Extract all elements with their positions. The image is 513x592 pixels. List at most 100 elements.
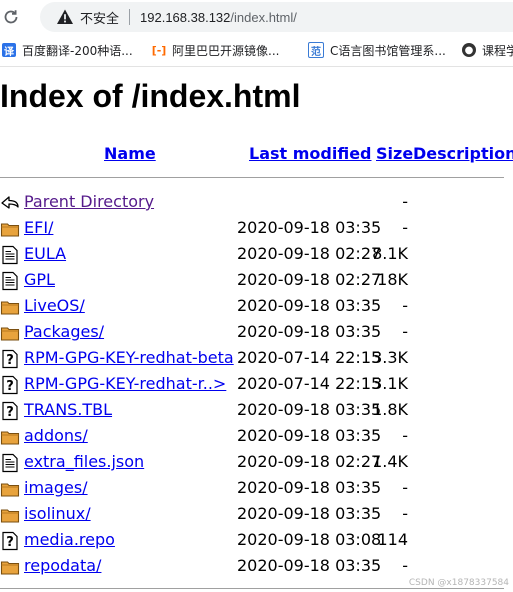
parent-directory-link[interactable]: Parent Directory	[24, 192, 154, 211]
bookmark-label: 阿里巴巴开源镜像...	[172, 43, 280, 58]
file-size: 1.8K	[372, 400, 408, 419]
parent-directory-row: Parent Directory -	[0, 190, 513, 216]
file-date: 2020-09-18 03:08	[237, 530, 382, 549]
text-file-icon	[2, 453, 18, 473]
bookmark-label: 课程学	[482, 43, 513, 58]
file-date: 2020-09-18 02:27	[237, 452, 382, 471]
url-divider	[129, 9, 131, 25]
footer-divider	[0, 588, 504, 589]
bookmark-c-library[interactable]: 范 C语言图书馆管理系...	[308, 34, 446, 66]
file-date: 2020-09-18 02:27	[237, 270, 382, 289]
column-header-row: Name Last modified Size Description	[0, 144, 513, 166]
file-size: -	[402, 504, 408, 523]
file-date: 2020-09-18 03:35	[237, 296, 382, 315]
unknown-file-icon: ?	[2, 375, 18, 395]
file-link[interactable]: addons/	[24, 426, 88, 445]
file-row: GPL 2020-09-18 02:27 18K	[0, 268, 513, 294]
file-link[interactable]: LiveOS/	[24, 296, 85, 315]
url-path: /index.html/	[230, 9, 297, 25]
watermark: CSDN @x1878337584	[408, 578, 509, 588]
folder-icon	[0, 561, 20, 575]
text-file-icon	[2, 245, 18, 265]
file-row: LiveOS/ 2020-09-18 03:35 -	[0, 294, 513, 320]
file-size: -	[402, 296, 408, 315]
reload-icon	[4, 10, 18, 24]
file-size: -	[402, 426, 408, 445]
file-date: 2020-09-18 03:35	[237, 426, 382, 445]
file-date: 2020-07-14 22:15	[237, 374, 382, 393]
sort-by-modified-link[interactable]: Last modified	[249, 144, 372, 163]
file-date: 2020-09-18 02:27	[237, 244, 382, 263]
file-link[interactable]: media.repo	[24, 530, 115, 549]
file-row: EFI/ 2020-09-18 03:35 -	[0, 216, 513, 242]
sort-by-name-link[interactable]: Name	[104, 144, 156, 163]
reload-button[interactable]	[0, 6, 22, 28]
file-date: 2020-07-14 22:15	[237, 348, 382, 367]
sort-by-size-link[interactable]: Size	[376, 144, 413, 163]
file-link[interactable]: GPL	[24, 270, 55, 289]
folder-icon	[0, 431, 20, 445]
svg-text:?: ?	[6, 353, 14, 368]
sort-by-description-link[interactable]: Description	[413, 144, 513, 163]
file-link[interactable]: RPM-GPG-KEY-redhat-r..>	[24, 374, 226, 393]
file-row: addons/ 2020-09-18 03:35 -	[0, 424, 513, 450]
file-size: 3.3K	[372, 348, 408, 367]
csdn-icon: 范	[308, 42, 324, 58]
file-size: -	[402, 322, 408, 341]
url-field[interactable]: 不安全 192.168.38.132/index.html/	[40, 2, 513, 32]
folder-icon	[0, 223, 20, 237]
file-row: ? media.repo 2020-09-18 03:08 114	[0, 528, 513, 554]
back-arrow-icon	[1, 196, 19, 209]
folder-icon	[0, 327, 20, 341]
file-date: 2020-09-18 03:35	[237, 504, 382, 523]
course-icon: ●	[462, 43, 476, 57]
baidu-translate-icon: 译	[2, 43, 16, 58]
file-row: ? RPM-GPG-KEY-redhat-beta 2020-07-14 22:…	[0, 346, 513, 372]
url-text[interactable]: 192.168.38.132/index.html/	[140, 10, 297, 25]
svg-text:?: ?	[6, 379, 14, 394]
file-link[interactable]: Packages/	[24, 322, 104, 341]
file-row: EULA 2020-09-18 02:27 8.1K	[0, 242, 513, 268]
file-link[interactable]: images/	[24, 478, 88, 497]
file-row: images/ 2020-09-18 03:35 -	[0, 476, 513, 502]
bookmark-label: 百度翻译-200种语...	[22, 43, 133, 58]
folder-icon	[0, 483, 20, 497]
file-row: isolinux/ 2020-09-18 03:35 -	[0, 502, 513, 528]
bookmark-baidu-translate[interactable]: 译 百度翻译-200种语...	[2, 34, 133, 66]
alibaba-icon: [-]	[151, 43, 167, 57]
file-link[interactable]: repodata/	[24, 556, 101, 575]
file-size: -	[402, 218, 408, 237]
bookmark-course[interactable]: ● 课程学	[462, 34, 513, 66]
file-size: 18K	[377, 270, 408, 289]
url-host: 192.168.38.132	[140, 9, 231, 25]
unknown-file-icon: ?	[2, 349, 18, 369]
header-divider	[0, 177, 504, 178]
file-size: 1.4K	[372, 452, 408, 471]
file-row: Packages/ 2020-09-18 03:35 -	[0, 320, 513, 346]
warning-icon[interactable]	[56, 8, 74, 26]
bookmark-alibaba-mirror[interactable]: [-] 阿里巴巴开源镜像...	[152, 34, 279, 66]
file-link[interactable]: isolinux/	[24, 504, 91, 523]
bookmark-label: C语言图书馆管理系...	[330, 43, 446, 58]
text-file-icon	[2, 271, 18, 291]
file-link[interactable]: TRANS.TBL	[24, 400, 112, 419]
file-row: ? TRANS.TBL 2020-09-18 03:35 1.8K	[0, 398, 513, 424]
file-date: 2020-09-18 03:35	[237, 400, 382, 419]
file-link[interactable]: extra_files.json	[24, 452, 144, 471]
file-size: -	[402, 192, 408, 211]
file-size: 8.1K	[372, 244, 408, 263]
svg-text:?: ?	[6, 535, 14, 550]
unknown-file-icon: ?	[2, 401, 18, 421]
file-date: 2020-09-18 03:35	[237, 556, 382, 575]
svg-text:?: ?	[6, 405, 14, 420]
file-link[interactable]: RPM-GPG-KEY-redhat-beta	[24, 348, 234, 367]
file-date: 2020-09-18 03:35	[237, 478, 382, 497]
file-size: -	[402, 478, 408, 497]
folder-icon	[0, 301, 20, 315]
file-link[interactable]: EULA	[24, 244, 66, 263]
file-size: 3.1K	[372, 374, 408, 393]
file-link[interactable]: EFI/	[24, 218, 53, 237]
insecure-label[interactable]: 不安全	[80, 8, 119, 27]
file-date: 2020-09-18 03:35	[237, 322, 382, 341]
file-row: ? RPM-GPG-KEY-redhat-r..> 2020-07-14 22:…	[0, 372, 513, 398]
